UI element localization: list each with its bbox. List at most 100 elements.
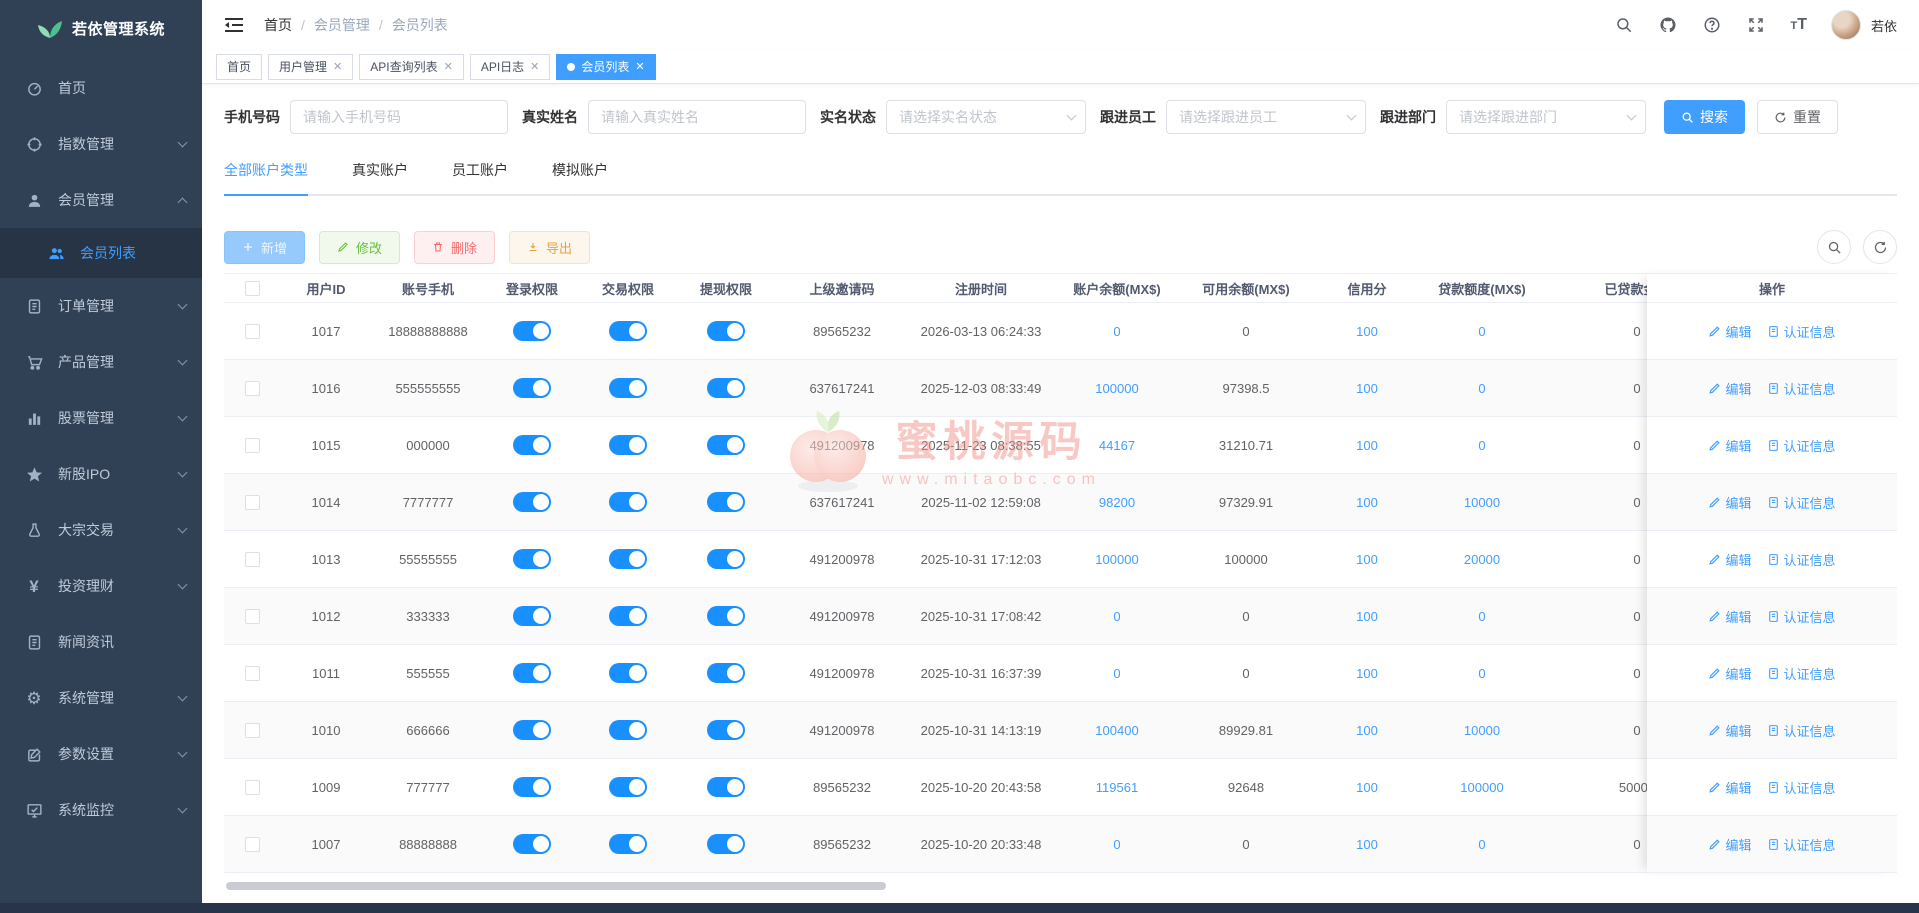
login-permission-toggle[interactable] xyxy=(513,378,551,398)
fullscreen-icon[interactable] xyxy=(1746,15,1766,35)
edit-link[interactable]: 编辑 xyxy=(1708,436,1751,455)
balance-link[interactable]: 0 xyxy=(1113,609,1120,624)
withdraw-permission-toggle[interactable] xyxy=(707,435,745,455)
refresh-button[interactable] xyxy=(1863,230,1897,264)
loan-limit-link[interactable]: 20000 xyxy=(1464,552,1500,567)
row-checkbox[interactable] xyxy=(245,837,260,852)
search-icon[interactable] xyxy=(1614,15,1634,35)
edit-link[interactable]: 编辑 xyxy=(1708,721,1751,740)
tab-demo-accounts[interactable]: 模拟账户 xyxy=(552,160,608,194)
cert-info-link[interactable]: 认证信息 xyxy=(1767,379,1836,398)
row-checkbox[interactable] xyxy=(245,666,260,681)
credit-score-link[interactable]: 100 xyxy=(1356,609,1378,624)
trade-permission-toggle[interactable] xyxy=(609,663,647,683)
withdraw-permission-toggle[interactable] xyxy=(707,378,745,398)
sidebar-item-system-monitor[interactable]: 系统监控 xyxy=(0,782,202,838)
loan-limit-link[interactable]: 100000 xyxy=(1460,780,1503,795)
withdraw-permission-toggle[interactable] xyxy=(707,549,745,569)
sidebar-item-invest[interactable]: ¥ 投资理财 xyxy=(0,558,202,614)
trade-permission-toggle[interactable] xyxy=(609,834,647,854)
credit-score-link[interactable]: 100 xyxy=(1356,723,1378,738)
trade-permission-toggle[interactable] xyxy=(609,378,647,398)
cert-info-link[interactable]: 认证信息 xyxy=(1767,550,1836,569)
realname-status-select[interactable]: 请选择实名状态 xyxy=(886,100,1086,134)
tag-api-query-list[interactable]: API查询列表 ✕ xyxy=(359,54,464,80)
github-icon[interactable] xyxy=(1658,15,1678,35)
balance-link[interactable]: 100400 xyxy=(1095,723,1138,738)
trade-permission-toggle[interactable] xyxy=(609,492,647,512)
loan-limit-link[interactable]: 0 xyxy=(1478,666,1485,681)
credit-score-link[interactable]: 100 xyxy=(1356,666,1378,681)
scrollbar-thumb[interactable] xyxy=(226,882,886,890)
loan-limit-link[interactable]: 0 xyxy=(1478,324,1485,339)
login-permission-toggle[interactable] xyxy=(513,321,551,341)
trade-permission-toggle[interactable] xyxy=(609,777,647,797)
row-checkbox[interactable] xyxy=(245,609,260,624)
login-permission-toggle[interactable] xyxy=(513,720,551,740)
phone-field[interactable] xyxy=(290,100,508,134)
cert-info-link[interactable]: 认证信息 xyxy=(1767,436,1836,455)
help-icon[interactable] xyxy=(1702,15,1722,35)
credit-score-link[interactable]: 100 xyxy=(1356,324,1378,339)
row-checkbox[interactable] xyxy=(245,324,260,339)
tag-home[interactable]: 首页 xyxy=(216,54,262,80)
cert-info-link[interactable]: 认证信息 xyxy=(1767,835,1836,854)
breadcrumb-member-mgmt[interactable]: 会员管理 xyxy=(314,15,370,35)
row-checkbox[interactable] xyxy=(245,381,260,396)
breadcrumb-home[interactable]: 首页 xyxy=(264,15,292,35)
row-checkbox[interactable] xyxy=(245,723,260,738)
login-permission-toggle[interactable] xyxy=(513,492,551,512)
loan-limit-link[interactable]: 0 xyxy=(1478,609,1485,624)
loan-limit-link[interactable]: 10000 xyxy=(1464,723,1500,738)
follow-dept-select[interactable]: 请选择跟进部门 xyxy=(1446,100,1646,134)
cert-info-link[interactable]: 认证信息 xyxy=(1767,778,1836,797)
app-logo[interactable]: 若依管理系统 xyxy=(0,0,202,56)
row-checkbox[interactable] xyxy=(245,438,260,453)
login-permission-toggle[interactable] xyxy=(513,834,551,854)
trade-permission-toggle[interactable] xyxy=(609,321,647,341)
login-permission-toggle[interactable] xyxy=(513,777,551,797)
tag-api-log[interactable]: API日志 ✕ xyxy=(470,54,551,80)
sidebar-toggle-icon[interactable] xyxy=(224,17,244,33)
export-button[interactable]: 导出 xyxy=(509,231,590,264)
login-permission-toggle[interactable] xyxy=(513,663,551,683)
withdraw-permission-toggle[interactable] xyxy=(707,606,745,626)
sidebar-item-index-mgmt[interactable]: 指数管理 xyxy=(0,116,202,172)
balance-link[interactable]: 119561 xyxy=(1096,780,1138,795)
sidebar-item-ipo[interactable]: 新股IPO xyxy=(0,446,202,502)
username[interactable]: 若依 xyxy=(1871,16,1897,35)
credit-score-link[interactable]: 100 xyxy=(1356,780,1378,795)
balance-link[interactable]: 44167 xyxy=(1099,438,1135,453)
row-checkbox[interactable] xyxy=(245,552,260,567)
tag-user-mgmt[interactable]: 用户管理 ✕ xyxy=(268,54,353,80)
cert-info-link[interactable]: 认证信息 xyxy=(1767,607,1836,626)
balance-link[interactable]: 100000 xyxy=(1095,552,1138,567)
trade-permission-toggle[interactable] xyxy=(609,606,647,626)
login-permission-toggle[interactable] xyxy=(513,606,551,626)
withdraw-permission-toggle[interactable] xyxy=(707,834,745,854)
tab-all-accounts[interactable]: 全部账户类型 xyxy=(224,160,308,194)
tab-staff-accounts[interactable]: 员工账户 xyxy=(452,160,508,194)
balance-link[interactable]: 98200 xyxy=(1099,495,1135,510)
credit-score-link[interactable]: 100 xyxy=(1356,495,1378,510)
edit-link[interactable]: 编辑 xyxy=(1708,322,1751,341)
cert-info-link[interactable]: 认证信息 xyxy=(1767,493,1836,512)
tag-member-list[interactable]: 会员列表 ✕ xyxy=(556,54,655,80)
loan-limit-link[interactable]: 0 xyxy=(1478,381,1485,396)
loan-limit-link[interactable]: 0 xyxy=(1478,837,1485,852)
trade-permission-toggle[interactable] xyxy=(609,549,647,569)
edit-link[interactable]: 编辑 xyxy=(1708,778,1751,797)
sidebar-item-param-settings[interactable]: 参数设置 xyxy=(0,726,202,782)
balance-link[interactable]: 0 xyxy=(1113,324,1120,339)
row-checkbox[interactable] xyxy=(245,780,260,795)
sidebar-item-home[interactable]: 首页 xyxy=(0,60,202,116)
balance-link[interactable]: 0 xyxy=(1113,837,1120,852)
credit-score-link[interactable]: 100 xyxy=(1356,837,1378,852)
cert-info-link[interactable]: 认证信息 xyxy=(1767,721,1836,740)
balance-link[interactable]: 0 xyxy=(1113,666,1120,681)
login-permission-toggle[interactable] xyxy=(513,435,551,455)
cert-info-link[interactable]: 认证信息 xyxy=(1767,664,1836,683)
reset-button[interactable]: 重置 xyxy=(1757,100,1838,134)
follow-staff-select[interactable]: 请选择跟进员工 xyxy=(1166,100,1366,134)
close-icon[interactable]: ✕ xyxy=(635,60,644,73)
